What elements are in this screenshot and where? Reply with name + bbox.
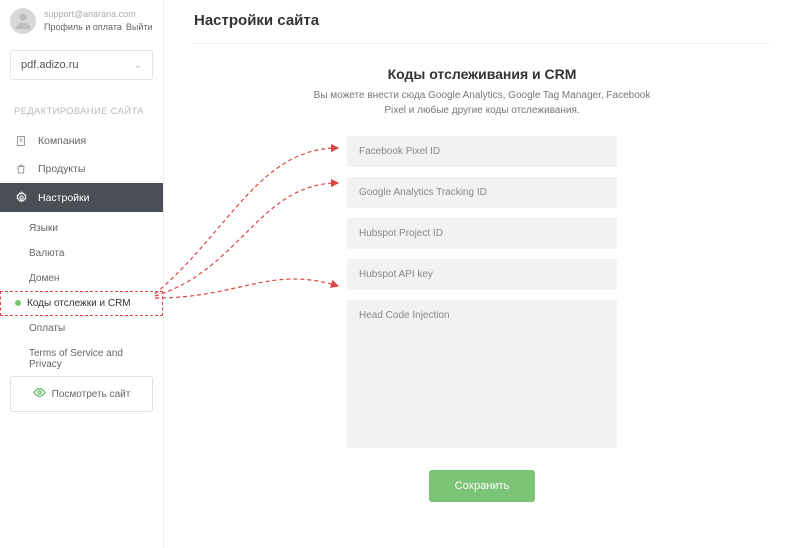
sidebar: support@anarana.com Профиль и оплата Вый… — [0, 0, 164, 548]
sidebar-subnav: Языки Валюта Домен Коды отслежки и CRM О… — [0, 212, 163, 377]
nav-item-company[interactable]: Компания — [0, 127, 163, 155]
view-site-label: Посмотреть сайт — [52, 389, 131, 400]
gear-icon — [14, 191, 28, 204]
subnav-tos[interactable]: Terms of Service and Privacy — [0, 341, 163, 377]
nav-item-settings[interactable]: Настройки — [0, 183, 163, 212]
logout-link[interactable]: Выйти — [126, 21, 153, 34]
nav-item-label: Продукты — [38, 163, 85, 175]
user-info: support@anarana.com Профиль и оплата Вый… — [44, 8, 153, 33]
nav-item-products[interactable]: Продукты — [0, 155, 163, 183]
hubspot-api-input[interactable] — [347, 259, 617, 290]
nav-item-label: Компания — [38, 135, 86, 147]
form-title: Коды отслеживания и CRM — [272, 66, 692, 82]
divider — [194, 43, 770, 44]
eye-icon — [33, 386, 46, 402]
subnav-currency[interactable]: Валюта — [0, 241, 163, 266]
user-row: support@anarana.com Профиль и оплата Вый… — [0, 0, 163, 40]
avatar — [10, 8, 36, 34]
facebook-pixel-input[interactable] — [347, 136, 617, 167]
subnav-tracking[interactable]: Коды отслежки и CRM — [0, 291, 163, 316]
view-site-button[interactable]: Посмотреть сайт — [10, 376, 153, 412]
person-icon — [12, 10, 34, 32]
form-description: Вы можете внести сюда Google Analytics, … — [312, 88, 652, 118]
head-code-textarea[interactable] — [347, 300, 617, 448]
nav-item-label: Настройки — [38, 192, 90, 204]
subnav-payments[interactable]: Оплаты — [0, 316, 163, 341]
google-analytics-input[interactable] — [347, 177, 617, 208]
sidebar-section-title: РЕДАКТИРОВАНИЕ САЙТА — [0, 80, 163, 127]
page-title: Настройки сайта — [194, 12, 770, 43]
chevron-down-icon: ⌄ — [134, 60, 142, 71]
user-email: support@anarana.com — [44, 8, 153, 21]
form-area: Коды отслеживания и CRM Вы можете внести… — [272, 66, 692, 502]
sidebar-nav: Компания Продукты Настройки — [0, 127, 163, 212]
subnav-languages[interactable]: Языки — [0, 216, 163, 241]
subnav-domain[interactable]: Домен — [0, 266, 163, 291]
site-selector[interactable]: pdf.adizo.ru ⌄ — [10, 50, 153, 80]
bag-icon — [14, 163, 28, 175]
hubspot-project-input[interactable] — [347, 218, 617, 249]
main: Настройки сайта Коды отслеживания и CRM … — [164, 0, 800, 502]
document-icon — [14, 135, 28, 147]
save-button[interactable]: Сохранить — [429, 470, 536, 502]
site-selector-value: pdf.adizo.ru — [21, 59, 78, 71]
profile-link[interactable]: Профиль и оплата — [44, 21, 122, 34]
